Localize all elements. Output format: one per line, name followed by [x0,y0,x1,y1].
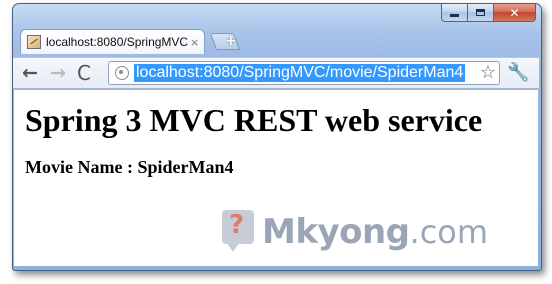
wrench-icon[interactable]: 🔧 [507,62,529,83]
maximize-button[interactable] [467,4,493,22]
tab-close-icon[interactable]: × [190,36,199,49]
minimize-icon [450,14,459,17]
page-heading: Spring 3 MVC REST web service [25,102,483,138]
movie-name-text: Movie Name : SpiderMan4 [25,157,234,177]
logo-tail [226,242,240,252]
page-info-icon[interactable] [115,66,129,80]
watermark-suffix: .com [409,213,489,251]
minimize-button[interactable] [441,4,467,22]
url-text[interactable]: localhost:8080/SpringMVC/movie/SpiderMan… [134,64,466,82]
address-bar[interactable]: localhost:8080/SpringMVC/movie/SpiderMan… [108,61,500,85]
window-controls: ✕ [441,4,536,22]
plus-icon[interactable]: + [225,33,237,49]
forward-arrow-icon[interactable]: → [50,62,66,84]
watermark-brand: Mkyong [262,212,410,252]
tab-title: localhost:8080/SpringMVC/ [46,35,188,49]
watermark: ? Mkyong .com [220,210,488,254]
close-icon: ✕ [509,5,520,20]
reload-icon[interactable]: C [77,62,91,84]
browser-tab[interactable]: localhost:8080/SpringMVC/ × [20,29,205,54]
question-logo-icon: ? [220,210,256,254]
logo-question-mark: ? [229,210,245,240]
maximize-icon [476,9,485,16]
favicon-icon [27,35,41,49]
back-arrow-icon[interactable]: ← [22,62,38,84]
browser-toolbar: ← → C localhost:8080/SpringMVC/movie/Spi… [13,57,539,89]
close-window-button[interactable]: ✕ [493,4,536,22]
star-icon[interactable]: ☆ [480,62,496,83]
